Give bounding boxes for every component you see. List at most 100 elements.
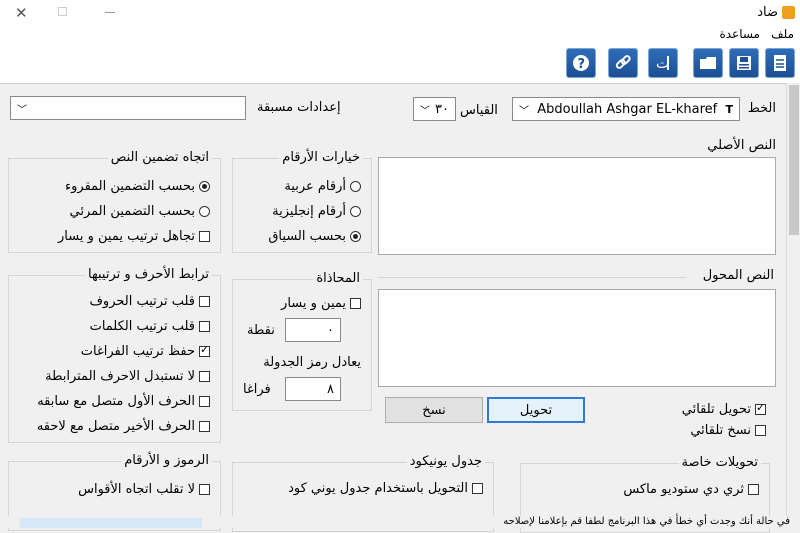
letters-opt3[interactable]: حفظ ترتيب الفراغات [80,343,210,359]
vertical-scrollbar[interactable] [786,83,800,528]
alignment-rtl[interactable]: يمين و يسار [281,296,361,311]
close-icon[interactable]: ✕ [15,4,28,22]
encoding-icon: ت [656,56,669,72]
special-opt1[interactable]: ثري دي ستوديو ماكس [623,482,759,497]
copy-button[interactable]: نسخ [385,397,483,423]
link-button[interactable] [608,48,638,78]
auto-convert-label: تحويل تلقائي [681,402,751,417]
embed-opt-read[interactable]: بحسب التضمين المقروء [65,179,210,194]
radio[interactable] [350,206,361,217]
checkbox[interactable] [350,298,361,309]
auto-copy-checkbox[interactable]: نسخ تلقائي [690,423,766,438]
embed-opt-read-label: بحسب التضمين المقروء [65,179,195,194]
alignment-rtl-label: يمين و يسار [281,296,346,311]
checkbox[interactable] [472,483,483,494]
size-select[interactable]: ﹀ ٣٠ [413,97,456,121]
embed-opt-visual-label: بحسب التضمين المرئي [69,204,195,219]
symbols-opt1[interactable]: لا تقلب اتجاه الأقواس [78,482,210,497]
auto-copy-label: نسخ تلقائي [690,423,751,438]
document-icon [774,55,786,71]
letters-opt5[interactable]: الحرف الأول متصل مع سابقه [37,394,210,409]
checkbox[interactable] [199,396,210,407]
point-label: نقطة [247,323,275,338]
save-button[interactable] [729,48,759,78]
folder-icon [700,57,716,69]
chevron-down-icon: ﹀ [420,105,430,117]
checkbox[interactable] [199,296,210,307]
radio[interactable] [199,181,210,192]
letters-opt3-label: حفظ ترتيب الفراغات [80,344,195,359]
convert-button[interactable]: تحويل [487,397,585,423]
status-bar: في حالة أنك وجدت أي خطأ في هذا البرنامج … [0,516,800,528]
embed-opt-visual[interactable]: بحسب التضمين المرئي [70,204,210,219]
folder-button[interactable] [693,48,723,78]
svg-text:?: ? [578,57,586,72]
presets-label: إعدادات مسبقة [257,100,341,115]
numbers-context-label: بحسب السياق [268,229,346,244]
original-text-label: النص الأصلي [707,138,776,153]
spaces-value: ٨ [327,381,334,397]
converted-text-label: النص المحول [702,268,774,283]
auto-copy-check[interactable] [755,425,766,436]
numbers-context[interactable]: بحسب السياق [268,229,361,244]
checkbox[interactable] [199,484,210,495]
letters-opt6[interactable]: الحرف الأخير متصل مع لاحقه [37,419,210,434]
maximize-icon[interactable] [58,7,67,16]
font-type-icon: T [725,102,733,116]
open-button[interactable] [765,48,795,78]
font-select[interactable]: ﹀ Abdoullah Ashgar EL-kharef T [512,97,740,121]
chevron-down-icon: ﹀ [17,104,27,116]
original-text-area[interactable] [378,157,776,255]
embed-opt-ignore-label: تجاهل ترتيب يمين و يسار [58,229,195,244]
letters-opt4[interactable]: لا تستبدل الاحرف المترابطة [45,369,210,384]
special-title: تحويلات خاصة [678,455,761,470]
minimize-icon[interactable] [105,12,115,13]
font-value: Abdoullah Ashgar EL-kharef [537,101,718,117]
checkbox[interactable] [199,421,210,432]
unicode-opt1[interactable]: التحويل باستخدام جدول يوني كود [288,481,483,496]
presets-select[interactable]: ﹀ [10,96,246,120]
radio[interactable] [199,206,210,217]
converted-text-frame [378,277,686,278]
spaces-input[interactable]: ٨ [285,377,341,401]
letters-opt6-label: الحرف الأخير متصل مع لاحقه [36,419,195,434]
embed-opt-ignore[interactable]: تجاهل ترتيب يمين و يسار [58,229,210,244]
radio[interactable] [350,231,361,242]
checkbox[interactable] [199,321,210,332]
letters-title: ترابط الأحرف و ترتيبها [85,267,212,282]
letters-opt2[interactable]: قلب ترتيب الكلمات [90,319,210,334]
letters-opt1[interactable]: قلب ترتيب الحروف [89,294,210,309]
checkbox[interactable] [199,231,210,242]
checkbox[interactable] [199,371,210,382]
menu-bar: ملف مساعدة [0,27,800,45]
checkbox[interactable] [199,343,210,357]
numbers-arabic[interactable]: أرقام عربية [284,179,361,194]
letters-opt2-label: قلب ترتيب الكلمات [89,319,195,334]
letters-opt4-label: لا تستبدل الاحرف المترابطة [45,369,195,384]
auto-convert-check[interactable] [755,401,766,415]
encoding-button[interactable]: ت [648,48,678,78]
tab-equals-label: يعادل رمز الجدولة [263,355,361,370]
toolbar: ت ? [0,45,800,83]
auto-convert-checkbox[interactable]: تحويل تلقائي [681,401,766,417]
radio[interactable] [350,181,361,192]
converted-text-area[interactable] [378,289,776,387]
about-button[interactable]: ? [566,48,596,78]
point-input[interactable]: ٠ [285,318,341,342]
main-panel: الخط ﹀ Abdoullah Ashgar EL-kharef T القي… [0,83,786,533]
numbers-options-title: خيارات الأرقام [279,150,363,165]
info-icon: ? [573,55,589,72]
scroll-thumb[interactable] [789,85,799,235]
numbers-english[interactable]: أرقام إنجليزية [272,204,361,219]
special-opt1-label: ثري دي ستوديو ماكس [623,482,744,497]
checkbox[interactable] [748,484,759,495]
status-text: في حالة أنك وجدت أي خطأ في هذا البرنامج … [503,516,790,527]
size-value: ٣٠ [435,101,449,117]
chevron-down-icon: ﹀ [519,105,529,117]
menu-help[interactable]: مساعدة [719,27,760,41]
size-label: القياس [460,103,498,118]
numbers-options-group: خيارات الأرقام أرقام عربية أرقام إنجليزي… [232,150,372,253]
menu-file[interactable]: ملف [771,27,794,41]
symbols-opt1-label: لا تقلب اتجاه الأقواس [78,482,195,497]
numbers-english-label: أرقام إنجليزية [272,204,346,219]
